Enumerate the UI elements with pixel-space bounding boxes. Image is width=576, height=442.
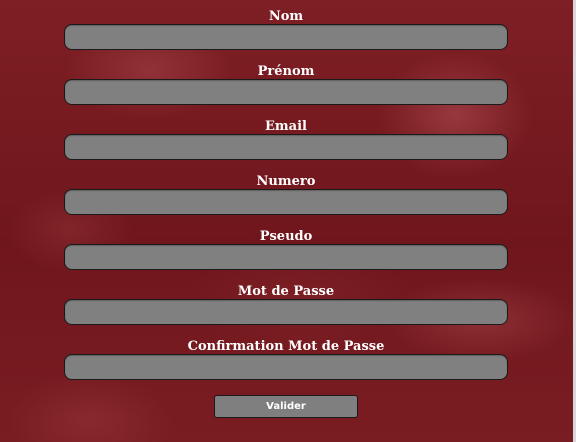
label-nom: Nom	[268, 9, 304, 24]
pseudo-input[interactable]	[64, 244, 508, 270]
valider-button[interactable]: Valider	[214, 395, 358, 418]
label-prenom: Prénom	[257, 64, 315, 79]
prenom-input[interactable]	[64, 79, 508, 105]
password-input[interactable]	[64, 299, 508, 325]
nom-input[interactable]	[64, 24, 508, 50]
label-numero: Numero	[256, 174, 316, 189]
label-mot-de-passe: Mot de Passe	[237, 284, 335, 299]
password-confirm-input[interactable]	[64, 354, 508, 380]
email-input[interactable]	[64, 134, 508, 160]
label-pseudo: Pseudo	[259, 229, 313, 244]
numero-input[interactable]	[64, 189, 508, 215]
label-confirmation-mot-de-passe: Confirmation Mot de Passe	[187, 339, 385, 354]
label-email: Email	[265, 119, 307, 134]
